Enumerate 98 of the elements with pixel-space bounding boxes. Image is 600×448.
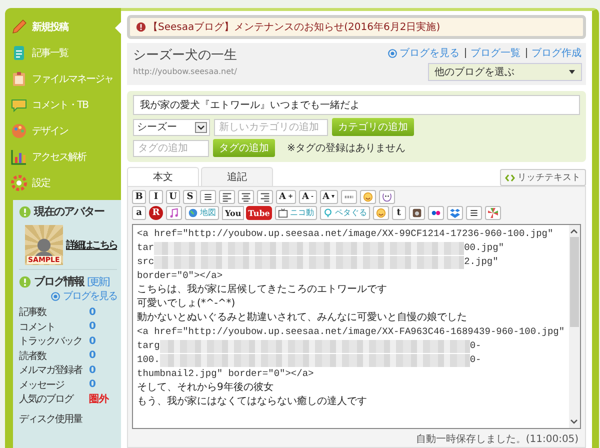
format-button[interactable]: a: [132, 206, 146, 220]
code-line: 0-: [470, 339, 482, 353]
pin-icon: [322, 208, 333, 218]
palette-icon: [11, 123, 27, 139]
text-line: 動かないとぬいぐるみと勘違いされて、みんなに可愛いと自慢の娘でした: [137, 311, 468, 325]
editor-tab[interactable]: 追記: [201, 167, 273, 186]
code-line: border="0"></a>: [137, 269, 224, 283]
video-button[interactable]: You Tube: [222, 206, 272, 220]
format-button[interactable]: U: [166, 190, 180, 204]
chart-icon: [11, 149, 27, 165]
stat-label: メッセージ: [19, 378, 66, 392]
globe-icon: [188, 208, 198, 218]
pinwheel-icon: [488, 208, 498, 218]
panel-title: 現在のアバター: [34, 204, 104, 219]
title-field[interactable]: 我が家の愛犬『エトワール』いつまでも一緒だよ: [133, 95, 580, 115]
scroll-down-icon: [570, 419, 578, 425]
code-line: <a href="http://youbow.up.seesaa.net/image/XX-FA963C46-1689439-960-100.jpg": [137, 325, 565, 339]
clipboard-icon: [11, 71, 27, 87]
caret-icon: [568, 70, 575, 74]
toolbar-button[interactable]: [238, 190, 254, 204]
text-editor[interactable]: [132, 224, 581, 429]
stat-label: 人気のブログ: [19, 392, 74, 406]
blog-url: http://youbow.seesaa.net/: [133, 67, 237, 76]
code-line: 2.jpg": [464, 255, 498, 269]
toolbar-button[interactable]: [219, 190, 235, 204]
blog-select[interactable]: 他のブログを選ぶ: [428, 63, 582, 81]
stat-value: 0: [88, 321, 96, 332]
stat-label: トラックバック: [19, 335, 83, 348]
code-icon: [504, 174, 515, 182]
toolbar-button[interactable]: [257, 190, 273, 204]
rank-value: 圏外: [88, 392, 109, 406]
list-icon: [468, 208, 479, 218]
code-line: <a href="http://youbow.up.seesaa.net/image/XX-99CF1214-17236-960-100.jpg": [137, 227, 554, 241]
camera-icon: [412, 208, 422, 218]
tag-note: ※タグの登録はありません: [287, 142, 406, 155]
code-line: thumbnail2.jpg" border="0"></a>: [137, 367, 315, 381]
stat-label: メルマガ登録者: [19, 364, 84, 378]
scrollbar[interactable]: [568, 225, 580, 428]
code-line: 100.: [137, 353, 160, 367]
two-dots-icon: [430, 208, 441, 218]
stat-value: 0: [88, 379, 96, 390]
r-button[interactable]: R: [149, 206, 163, 220]
info-icon: [19, 206, 31, 218]
details-link[interactable]: 詳細はこちら: [66, 238, 117, 252]
code-line: src: [137, 255, 154, 269]
scroll-up-icon: [570, 228, 578, 234]
smiley-icon: [362, 192, 372, 202]
category-select[interactable]: シーズー: [133, 118, 210, 136]
format-button[interactable]: I: [149, 190, 163, 204]
list-icon: [203, 192, 213, 202]
align-left-icon: [222, 192, 232, 202]
stat-value: 0: [88, 364, 96, 376]
toolbar-button[interactable]: [428, 206, 444, 220]
stat-value: 0: [88, 306, 96, 318]
toolbar-button[interactable]: [378, 190, 394, 204]
smiley-icon: [376, 208, 386, 218]
tv-icon: [278, 208, 288, 218]
text-line: もう、我が家にはなくてはならない癒しの達人です: [137, 395, 368, 409]
gear-icon: [11, 175, 27, 191]
box-icon: [450, 208, 460, 218]
format-button[interactable]: t: [392, 206, 406, 220]
align-center-icon: [241, 192, 251, 202]
blog-title: シーズー犬の一生: [133, 47, 237, 64]
tag-field[interactable]: タグの追加: [133, 140, 209, 156]
music-note-icon: [169, 208, 179, 218]
format-button[interactable]: S: [183, 190, 197, 204]
text-line: そして、それから9年後の彼女: [137, 381, 274, 395]
stat-value: 0: [88, 350, 96, 362]
code-line: tar: [137, 241, 154, 255]
format-button[interactable]: B: [132, 190, 146, 204]
code-line: targ: [137, 339, 160, 353]
stat-value: 0: [88, 336, 96, 347]
toolbar-button[interactable]: [408, 206, 425, 220]
pencil-icon: [11, 19, 27, 35]
toolbar-button[interactable]: [200, 190, 216, 204]
face-icon: [382, 192, 392, 202]
autosave-status: 自動一時保存しました。(11:00:05): [414, 432, 580, 446]
document-icon: [11, 45, 27, 61]
notice-link[interactable]: 【Seesaaブログ】メンテナンスのお知らせ(2016年6月2日実施): [148, 20, 440, 34]
info-icon: [19, 276, 31, 288]
toolbar-button[interactable]: [466, 206, 482, 220]
panel-title: ブログ情報: [34, 274, 84, 289]
editor-tab[interactable]: 本文: [127, 167, 199, 186]
code-line: 0-: [470, 353, 482, 367]
dropdown-icon: [195, 122, 207, 132]
stat-label: 読者数: [19, 350, 48, 363]
rich-text-button[interactable]: リッチテキスト: [500, 169, 586, 186]
new-category-field[interactable]: 新しいカテゴリの追加: [214, 118, 328, 136]
text-line: 可愛いでしょ(*^-^*): [137, 297, 236, 311]
chat-icon: [11, 97, 27, 113]
stat-label: 記事数: [19, 306, 48, 320]
alert-icon: [136, 22, 146, 32]
stat-label: コメント: [19, 320, 56, 334]
text-line: こちらは、我が家に居候してきたころのエトワールです: [137, 283, 388, 297]
align-right-icon: [260, 192, 270, 202]
code-line: 00.jpg": [464, 241, 504, 255]
disk-usage-label: ディスク使用量: [19, 412, 84, 426]
toolbar-button[interactable]: [166, 206, 182, 220]
